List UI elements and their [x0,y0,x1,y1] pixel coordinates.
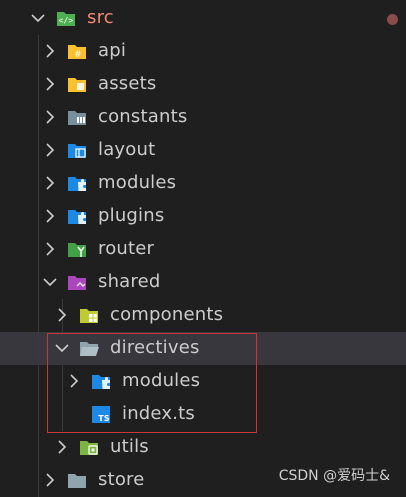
chevron-right-icon[interactable] [64,371,84,391]
chevron-down-icon[interactable] [52,338,72,358]
tree-item-label: router [98,238,155,259]
chevron-right-icon[interactable] [40,140,60,160]
tree-item-components[interactable]: components [0,299,406,332]
folder-assets-icon [66,73,88,95]
tree-item-label: api [98,40,127,61]
file-explorer: </> src # api assets constants layout mo… [0,0,406,497]
chevron-right-icon[interactable] [40,239,60,259]
folder-components-icon [78,304,100,326]
tree-item-assets[interactable]: assets [0,68,406,101]
indent-guide [38,134,39,167]
watermark: CSDN @爱码士& [278,468,390,484]
indent-guide [38,167,39,200]
chevron-right-icon[interactable] [40,173,60,193]
indent-guide [38,200,39,233]
tree-item-label: modules [122,370,201,391]
tree-item-label: shared [98,271,161,292]
folder-utils-icon [78,436,100,458]
tree-item-label: utils [110,436,149,457]
tree-item-constants[interactable]: constants [0,101,406,134]
tree-item-index-ts[interactable]: TS index.ts [0,398,406,431]
tree-item-plugins[interactable]: plugins [0,200,406,233]
folder-shared-open-icon [66,271,88,293]
indent-guide [62,398,63,431]
chevron-right-icon[interactable] [40,74,60,94]
folder-src-icon: </> [55,7,77,29]
tree-item-label: assets [98,73,157,94]
tree-item-label: src [87,7,114,28]
svg-text:#: # [74,50,82,60]
tree-item-api[interactable]: # api [0,35,406,68]
tree-item-directives-modules[interactable]: modules [0,365,406,398]
chevron-down-icon[interactable] [28,8,48,28]
indent-guide [62,365,63,398]
indent-guide [38,68,39,101]
chevron-right-icon[interactable] [40,206,60,226]
tree-item-label: constants [98,106,188,127]
chevron-right-icon[interactable] [52,437,72,457]
folder-modules-icon [66,172,88,194]
tree-item-label: directives [110,337,200,358]
typescript-file-icon: TS [90,403,112,425]
folder-router-icon [66,238,88,260]
indent-guide [38,299,39,332]
tree-item-utils[interactable]: utils [0,431,406,464]
indent-guide [38,35,39,68]
tree-item-src[interactable]: </> src [0,2,406,35]
tree-item-shared[interactable]: shared [0,266,406,299]
indent-guide [38,101,39,134]
tree-item-modules[interactable]: modules [0,167,406,200]
chevron-right-icon[interactable] [52,305,72,325]
svg-text:</>: </> [58,16,73,25]
tree-item-label: index.ts [122,403,196,424]
indent-guide [38,266,39,299]
tree-item-label: plugins [98,205,165,226]
folder-constants-icon [66,106,88,128]
chevron-right-icon[interactable] [40,470,60,490]
tree-item-layout[interactable]: layout [0,134,406,167]
indent-guide [38,464,39,497]
indent-guide [38,233,39,266]
folder-store-icon [66,469,88,491]
indent-guide [38,398,39,431]
tree-item-label: layout [98,139,156,160]
indent-guide [38,332,39,365]
tree-item-label: store [98,469,145,490]
folder-plugins-icon [66,205,88,227]
chevron-down-icon[interactable] [40,272,60,292]
chevron-right-icon[interactable] [40,107,60,127]
folder-layout-icon [66,139,88,161]
tree-item-router[interactable]: router [0,233,406,266]
tree-item-label: modules [98,172,177,193]
folder-modules-icon [90,370,112,392]
folder-api-icon: # [66,40,88,62]
svg-text:TS: TS [98,414,110,423]
modified-indicator [387,14,398,25]
indent-guide [38,431,39,464]
indent-guide [38,365,39,398]
folder-directives-open-icon [78,337,100,359]
tree-item-directives[interactable]: directives [0,332,406,365]
tree-item-label: components [110,304,224,325]
chevron-right-icon[interactable] [40,41,60,61]
